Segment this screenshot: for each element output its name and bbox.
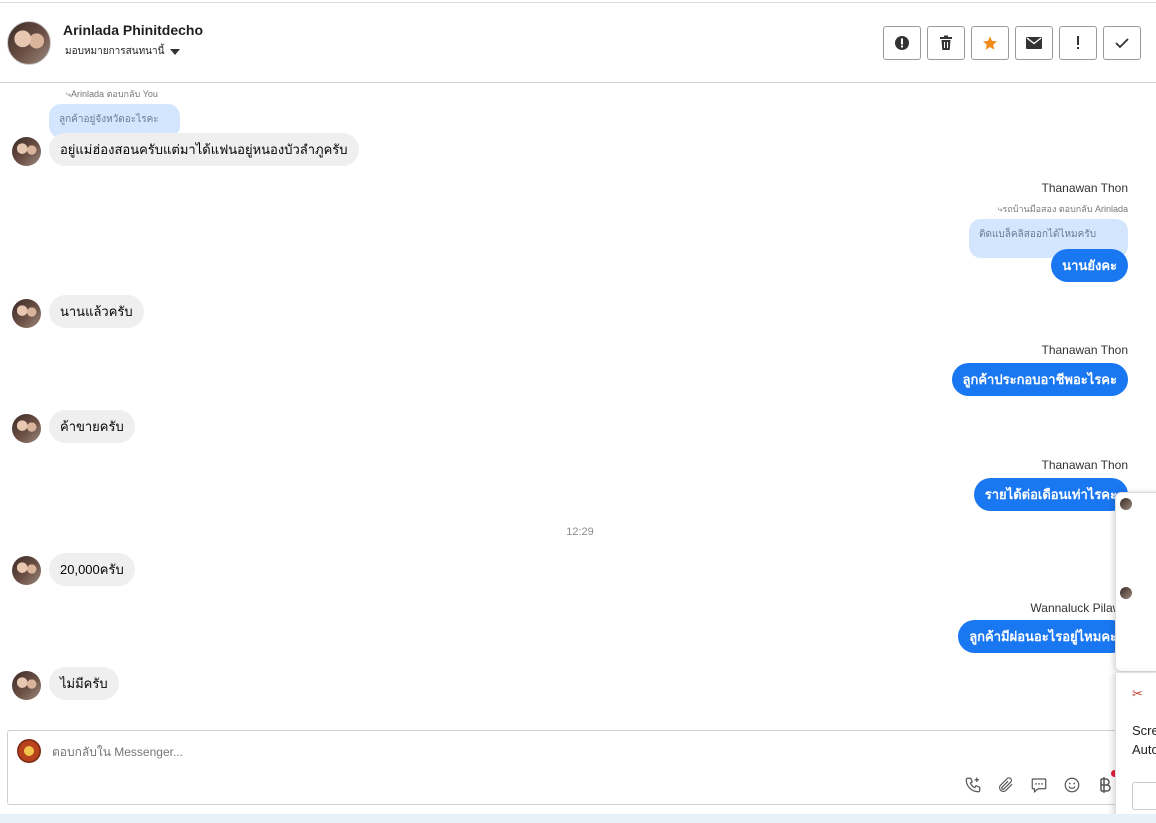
incoming-message-bubble[interactable]: ไม่มีครับ xyxy=(49,667,119,700)
page-avatar xyxy=(17,739,41,763)
chat-bubble-icon xyxy=(1031,777,1046,793)
incoming-message-bubble[interactable]: อยู่แม่ฮ่องสอนครับแต่มาได้แฟนอยู่หนองบัว… xyxy=(49,133,359,166)
sender-avatar[interactable] xyxy=(12,671,41,700)
reply-meta: ⤷Arinlada ตอบกลับ You xyxy=(66,89,158,99)
contact-name[interactable]: Arinlada Phinitdecho xyxy=(63,22,203,38)
assign-conversation-dropdown[interactable]: มอบหมายการสนทนานี้ xyxy=(65,44,181,59)
mini-avatar xyxy=(1120,498,1132,510)
screenshot-preview-panel[interactable] xyxy=(1115,492,1156,672)
alert-circle-icon xyxy=(895,36,909,50)
envelope-icon xyxy=(1026,37,1042,49)
messenger-inbox: Arinlada Phinitdecho มอบหมายการสนทนานี้ xyxy=(0,0,1156,823)
snipping-tool-notification[interactable]: ✂ Scre Auto xyxy=(1115,673,1156,823)
payment-button[interactable] xyxy=(1095,775,1114,794)
paperclip-icon xyxy=(998,776,1012,792)
reply-input[interactable] xyxy=(52,745,752,759)
snipping-tool-icon: ✂ xyxy=(1132,686,1143,701)
phone-plus-icon xyxy=(965,777,980,792)
sender-name: Wannaluck Pilawa xyxy=(1030,601,1128,615)
caret-down-icon xyxy=(170,48,181,55)
sender-name: Thanawan Thon xyxy=(1041,343,1128,357)
incoming-message-bubble[interactable]: ค้าขายครับ xyxy=(49,410,135,443)
call-button[interactable] xyxy=(963,775,982,794)
conversation-header: Arinlada Phinitdecho มอบหมายการสนทนานี้ xyxy=(0,3,1156,83)
sender-avatar[interactable] xyxy=(12,556,41,585)
notification-action-button[interactable] xyxy=(1132,782,1156,810)
message-thread[interactable]: ⤷Arinlada ตอบกลับ You ลูกค้าอยู่จังหวัดอ… xyxy=(0,84,1156,726)
exclamation-icon xyxy=(1077,36,1079,49)
notification-subtitle: Auto xyxy=(1132,742,1156,757)
trash-icon xyxy=(940,35,952,50)
outgoing-message-bubble[interactable]: รายได้ต่อเดือนเท่าไรคะ xyxy=(973,478,1128,511)
notification-title: Scre xyxy=(1132,723,1156,738)
sender-name: Thanawan Thon xyxy=(1041,181,1128,195)
reply-composer xyxy=(7,730,1125,805)
reply-meta: ⤷รถบ้านมือสอง ตอบกลับ Arinlada xyxy=(997,204,1128,214)
smiley-icon xyxy=(1064,777,1079,792)
outgoing-message-bubble[interactable]: นานยังคะ xyxy=(1051,249,1128,282)
mark-done-button[interactable] xyxy=(1103,26,1141,60)
sender-avatar[interactable] xyxy=(12,299,41,328)
follow-up-button[interactable] xyxy=(1059,26,1097,60)
mark-unread-button[interactable] xyxy=(1015,26,1053,60)
sender-avatar[interactable] xyxy=(12,414,41,443)
timestamp-divider: 12:29 xyxy=(566,526,594,538)
outgoing-message-bubble[interactable]: ลูกค้าประกอบอาชีพอะไรคะ xyxy=(951,363,1128,396)
incoming-message-bubble[interactable]: นานแล้วครับ xyxy=(49,295,144,328)
mini-avatar xyxy=(1120,587,1132,599)
sender-avatar[interactable] xyxy=(12,137,41,166)
incoming-message-bubble[interactable]: 20,000ครับ xyxy=(49,553,135,586)
baht-icon xyxy=(1099,776,1111,793)
saved-replies-button[interactable] xyxy=(1029,775,1048,794)
composer-tools xyxy=(963,775,1114,794)
contact-avatar[interactable] xyxy=(7,21,51,65)
star-button[interactable] xyxy=(971,26,1009,60)
delete-button[interactable] xyxy=(927,26,965,60)
bottom-strip xyxy=(0,814,1156,823)
attach-button[interactable] xyxy=(996,775,1015,794)
outgoing-message-bubble[interactable]: ลูกค้ามีผ่อนอะไรอยู่ไหมคะ xyxy=(958,620,1128,653)
assign-label: มอบหมายการสนทนานี้ xyxy=(65,46,165,57)
checkmark-icon xyxy=(1115,38,1129,49)
mark-spam-button[interactable] xyxy=(883,26,921,60)
emoji-button[interactable] xyxy=(1062,775,1081,794)
sender-name: Thanawan Thon xyxy=(1041,458,1128,472)
star-icon xyxy=(983,36,997,50)
header-actions xyxy=(883,26,1141,60)
